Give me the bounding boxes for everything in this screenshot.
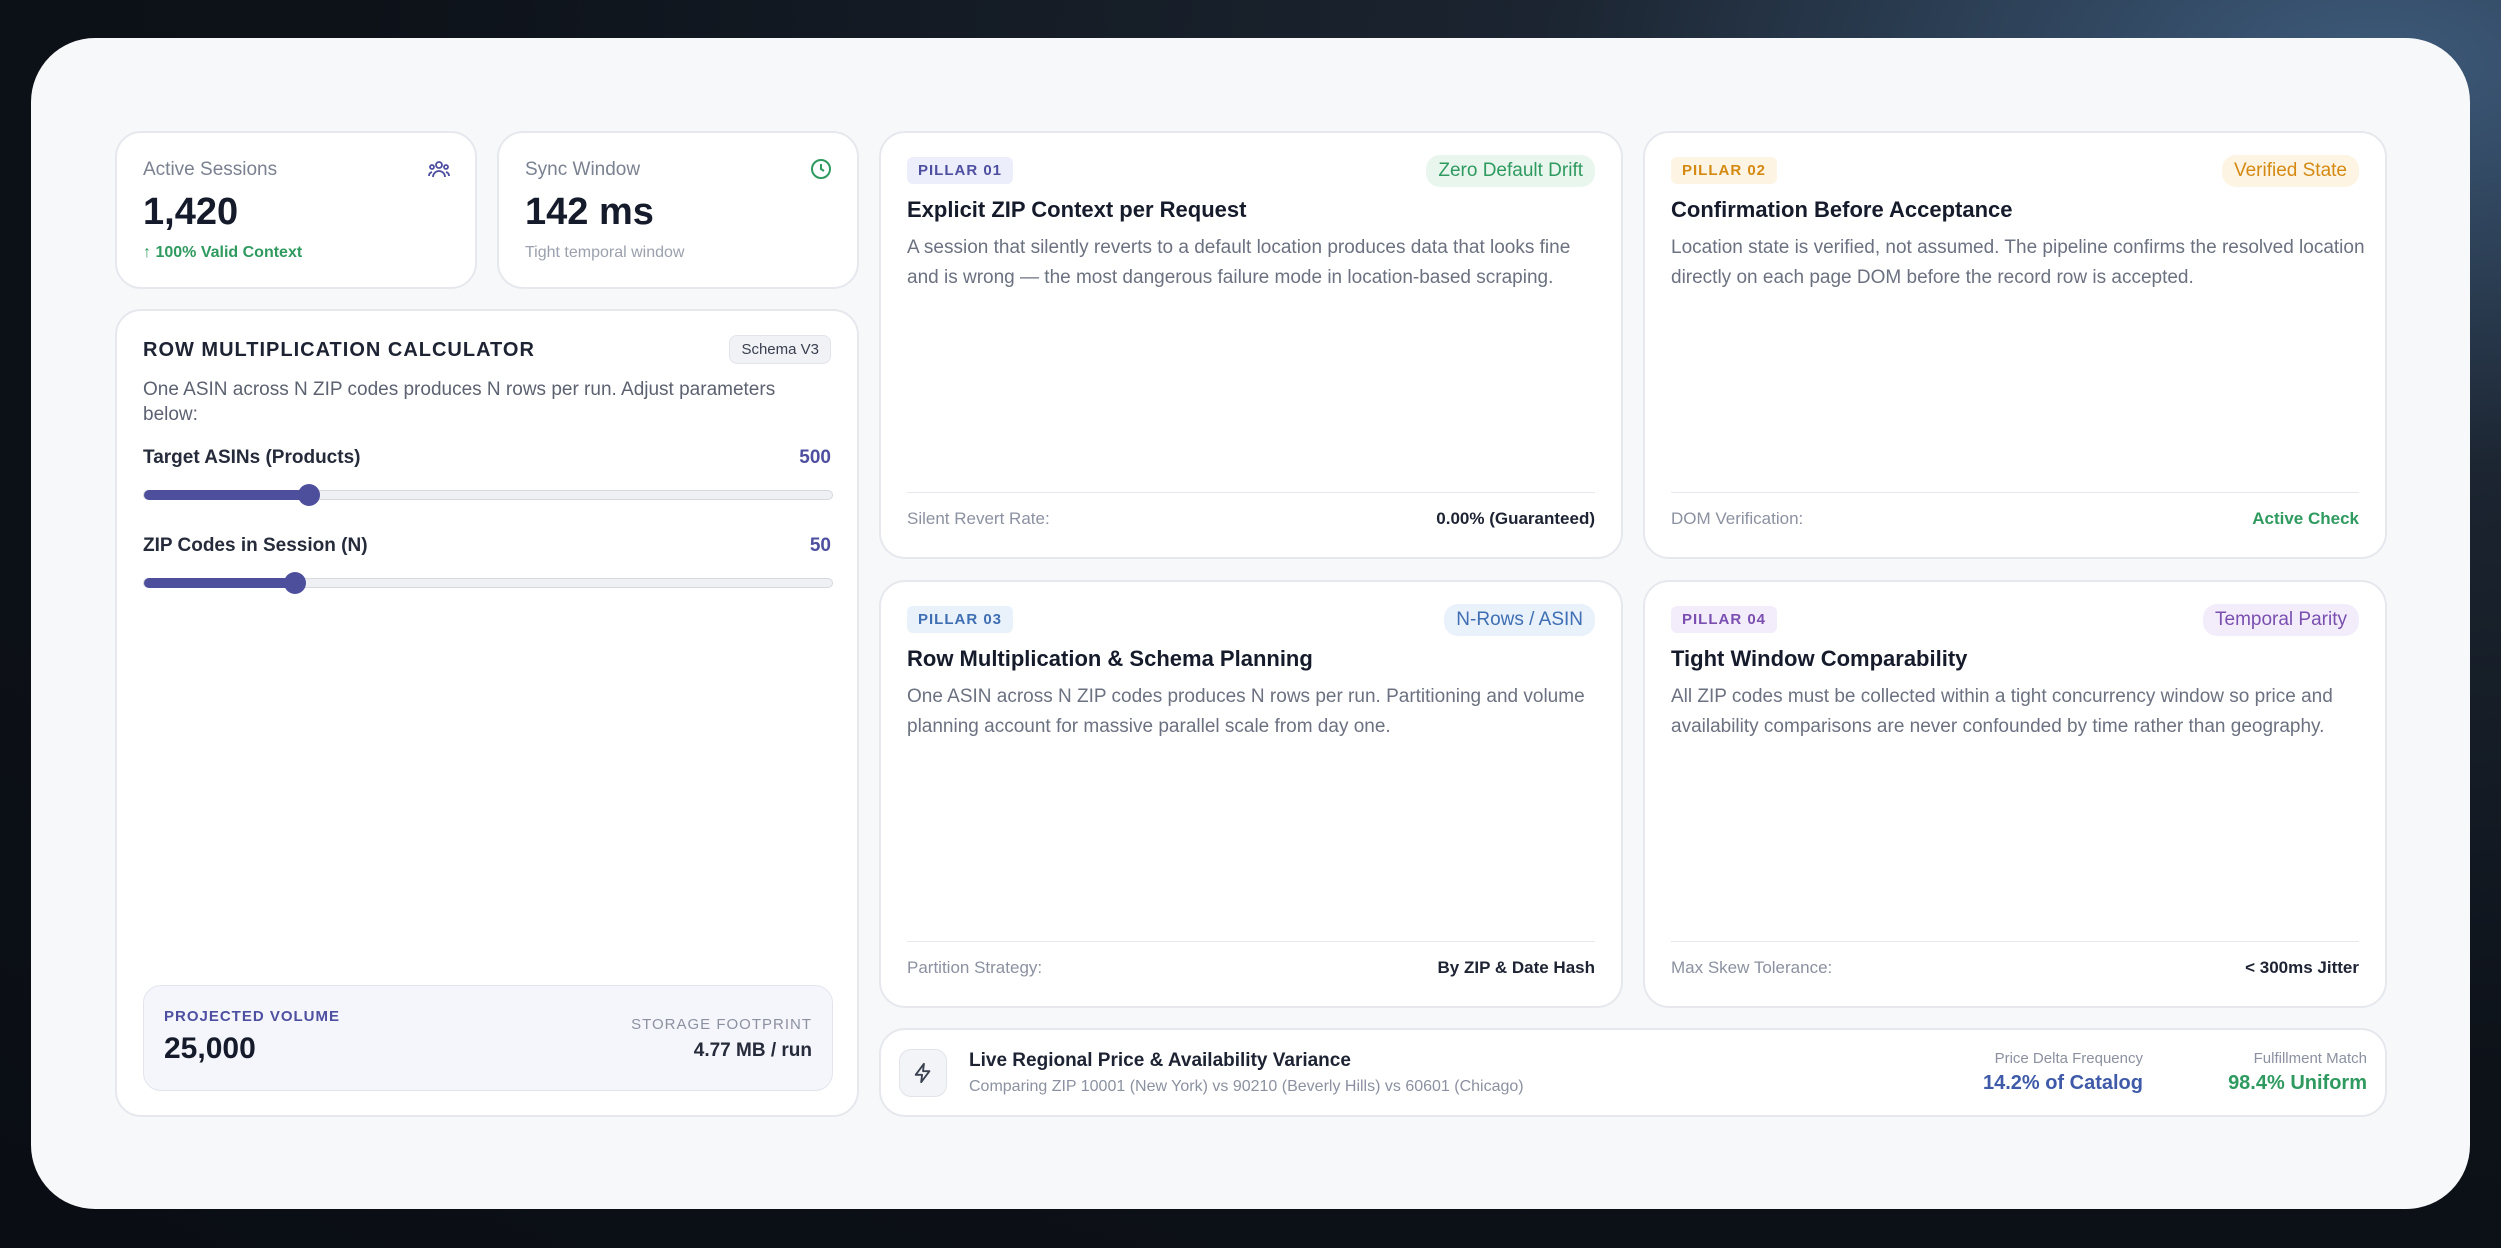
pillar-card-01: PILLAR 01 Zero Default Drift Explicit ZI… — [879, 131, 1623, 559]
target-asins-slider-fill — [144, 490, 310, 500]
pillar-footer-label: DOM Verification: — [1671, 509, 1804, 528]
pillar-divider — [907, 492, 1595, 493]
pillar-title: Row Multiplication & Schema Planning — [907, 646, 1313, 671]
live-variance-title: Live Regional Price & Availability Varia… — [969, 1050, 1351, 1071]
pillar-description: A session that silently reverts to a def… — [907, 237, 1571, 288]
zip-codes-slider[interactable] — [143, 572, 833, 594]
pillar-tag: Zero Default Drift — [1426, 155, 1595, 187]
pillar-divider — [1671, 492, 2359, 493]
target-asins-slider[interactable] — [143, 484, 833, 506]
target-asins-slider-thumb[interactable] — [298, 484, 321, 506]
zip-codes-slider-thumb[interactable] — [284, 572, 307, 594]
pillar-description: One ASIN across N ZIP codes produces N r… — [907, 686, 1585, 737]
sync-window-value: 142 ms — [525, 191, 654, 233]
calculator-description: One ASIN across N ZIP codes produces N r… — [143, 379, 776, 425]
pillar-footer-label: Max Skew Tolerance: — [1671, 958, 1833, 977]
pillar-tag: Temporal Parity — [2203, 604, 2359, 636]
sync-window-label: Sync Window — [525, 159, 641, 180]
pillar-number: PILLAR 04 — [1671, 606, 1778, 633]
zip-codes-slider-fill — [144, 578, 296, 588]
projected-volume-value: 25,000 — [164, 1032, 256, 1065]
storage-footprint-label: STORAGE FOOTPRINT — [631, 1016, 812, 1033]
pillar-tag: N-Rows / ASIN — [1444, 604, 1595, 636]
pillar-footer-label: Silent Revert Rate: — [907, 509, 1050, 528]
row-multiplication-calculator: ROW MULTIPLICATION CALCULATOR Schema V3 … — [115, 309, 859, 1117]
storage-footprint-value: 4.77 MB / run — [693, 1040, 812, 1061]
pillar-card-03: PILLAR 03 N-Rows / ASIN Row Multiplicati… — [879, 580, 1623, 1008]
target-asins-value: 500 — [799, 447, 831, 468]
projection-summary: PROJECTED VOLUME 25,000 STORAGE FOOTPRIN… — [143, 985, 833, 1091]
pillar-divider — [907, 941, 1595, 942]
pillar-footer-value: Active Check — [2252, 509, 2359, 528]
schema-badge: Schema V3 — [729, 335, 831, 364]
clock-icon — [811, 159, 831, 179]
pillar-title: Explicit ZIP Context per Request — [907, 197, 1247, 222]
pillar-description: Location state is verified, not assumed.… — [1671, 237, 2365, 288]
pillar-tag: Verified State — [2221, 155, 2359, 187]
projected-volume-label: PROJECTED VOLUME — [164, 1008, 341, 1025]
fulfillment-match-label: Fulfillment Match — [2253, 1050, 2367, 1067]
live-variance-bar: Live Regional Price & Availability Varia… — [879, 1028, 2387, 1117]
pillar-number: PILLAR 02 — [1671, 157, 1778, 184]
zip-codes-value: 50 — [809, 535, 831, 556]
pillar-title: Tight Window Comparability — [1671, 646, 1968, 671]
calculator-title: ROW MULTIPLICATION CALCULATOR — [143, 339, 535, 361]
fulfillment-match-value: 98.4% Uniform — [2228, 1072, 2367, 1094]
active-sessions-card: Active Sessions 1,420 ↑ 100% Valid Conte… — [115, 131, 477, 289]
pillar-card-02: PILLAR 02 Verified State Confirmation Be… — [1643, 131, 2387, 559]
pillar-title: Confirmation Before Acceptance — [1671, 197, 2013, 222]
live-variance-subtitle: Comparing ZIP 10001 (New York) vs 90210 … — [969, 1078, 1524, 1095]
pillar-divider — [1671, 941, 2359, 942]
pillar-footer-label: Partition Strategy: — [907, 958, 1043, 977]
price-delta-label: Price Delta Frequency — [1994, 1050, 2143, 1067]
pillar-footer-value: < 300ms Jitter — [2245, 958, 2359, 977]
users-icon — [428, 161, 450, 178]
pillar-footer-value: By ZIP & Date Hash — [1437, 958, 1595, 977]
sync-window-caption: Tight temporal window — [525, 244, 685, 261]
dashboard-panel: Active Sessions 1,420 ↑ 100% Valid Conte… — [31, 38, 2470, 1209]
price-delta-value: 14.2% of Catalog — [1982, 1072, 2143, 1094]
pillar-number: PILLAR 01 — [907, 157, 1014, 184]
active-sessions-status: ↑ 100% Valid Context — [143, 244, 303, 261]
sync-window-card: Sync Window 142 ms Tight temporal window — [497, 131, 859, 289]
active-sessions-value: 1,420 — [143, 191, 239, 233]
zip-codes-label: ZIP Codes in Session (N) — [143, 535, 368, 556]
pillar-card-04: PILLAR 04 Temporal Parity Tight Window C… — [1643, 580, 2387, 1008]
target-asins-label: Target ASINs (Products) — [143, 447, 361, 468]
pillar-number: PILLAR 03 — [907, 606, 1014, 633]
active-sessions-label: Active Sessions — [143, 159, 278, 180]
pillar-description: All ZIP codes must be collected within a… — [1671, 686, 2333, 737]
pillar-footer-value: 0.00% (Guaranteed) — [1436, 509, 1595, 528]
lightning-icon — [899, 1049, 947, 1097]
